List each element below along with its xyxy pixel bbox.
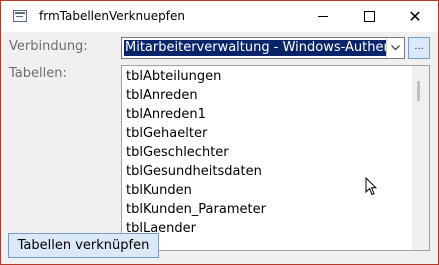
form-body: Verbindung: Mitarbeiterverwaltung - Wind… [1,32,438,264]
dropdown-button[interactable] [386,38,404,58]
scrollbar-thumb[interactable] [417,81,420,101]
list-item[interactable]: tblGehaelter [126,124,411,143]
list-item[interactable]: tblAnreden1 [126,105,411,124]
window-title: frmTabellenVerknuepfen [39,9,185,23]
title-bar[interactable]: frmTabellenVerknuepfen ✕ [1,1,438,32]
link-tables-button[interactable]: Tabellen verknüpfen [8,233,159,258]
list-item[interactable]: tblKunden_Parameter [126,200,411,219]
maximize-icon [363,11,375,22]
list-item[interactable]: tblLaender [126,219,411,238]
minimize-icon [318,16,328,17]
verbindung-combobox[interactable]: Mitarbeiterverwaltung - Windows-Authent [121,37,405,59]
verbindung-value[interactable]: Mitarbeiterverwaltung - Windows-Authent [124,40,387,56]
vertical-scrollbar[interactable] [412,66,429,250]
verbindung-label: Verbindung: [9,39,88,54]
tabellen-label: Tabellen: [9,66,67,81]
tables-listbox[interactable]: tblAbteilungen tblAnreden tblAnreden1 tb… [121,65,430,251]
list-item[interactable]: tblAbteilungen [126,67,411,86]
list-item[interactable]: tblGeschlechter [126,143,411,162]
maximize-button[interactable] [346,1,392,32]
close-button[interactable]: ✕ [392,1,438,32]
minimize-button[interactable] [300,1,346,32]
form-icon [13,10,27,22]
close-icon: ✕ [408,6,422,26]
tables-list: tblAbteilungen tblAnreden tblAnreden1 tb… [126,67,411,238]
mouse-cursor-icon [365,177,377,196]
browse-button[interactable]: ... [408,37,430,59]
list-item[interactable]: tblAnreden [126,86,411,105]
window: frmTabellenVerknuepfen ✕ Verbindung: Mit… [0,0,439,265]
chevron-down-icon [391,45,400,51]
